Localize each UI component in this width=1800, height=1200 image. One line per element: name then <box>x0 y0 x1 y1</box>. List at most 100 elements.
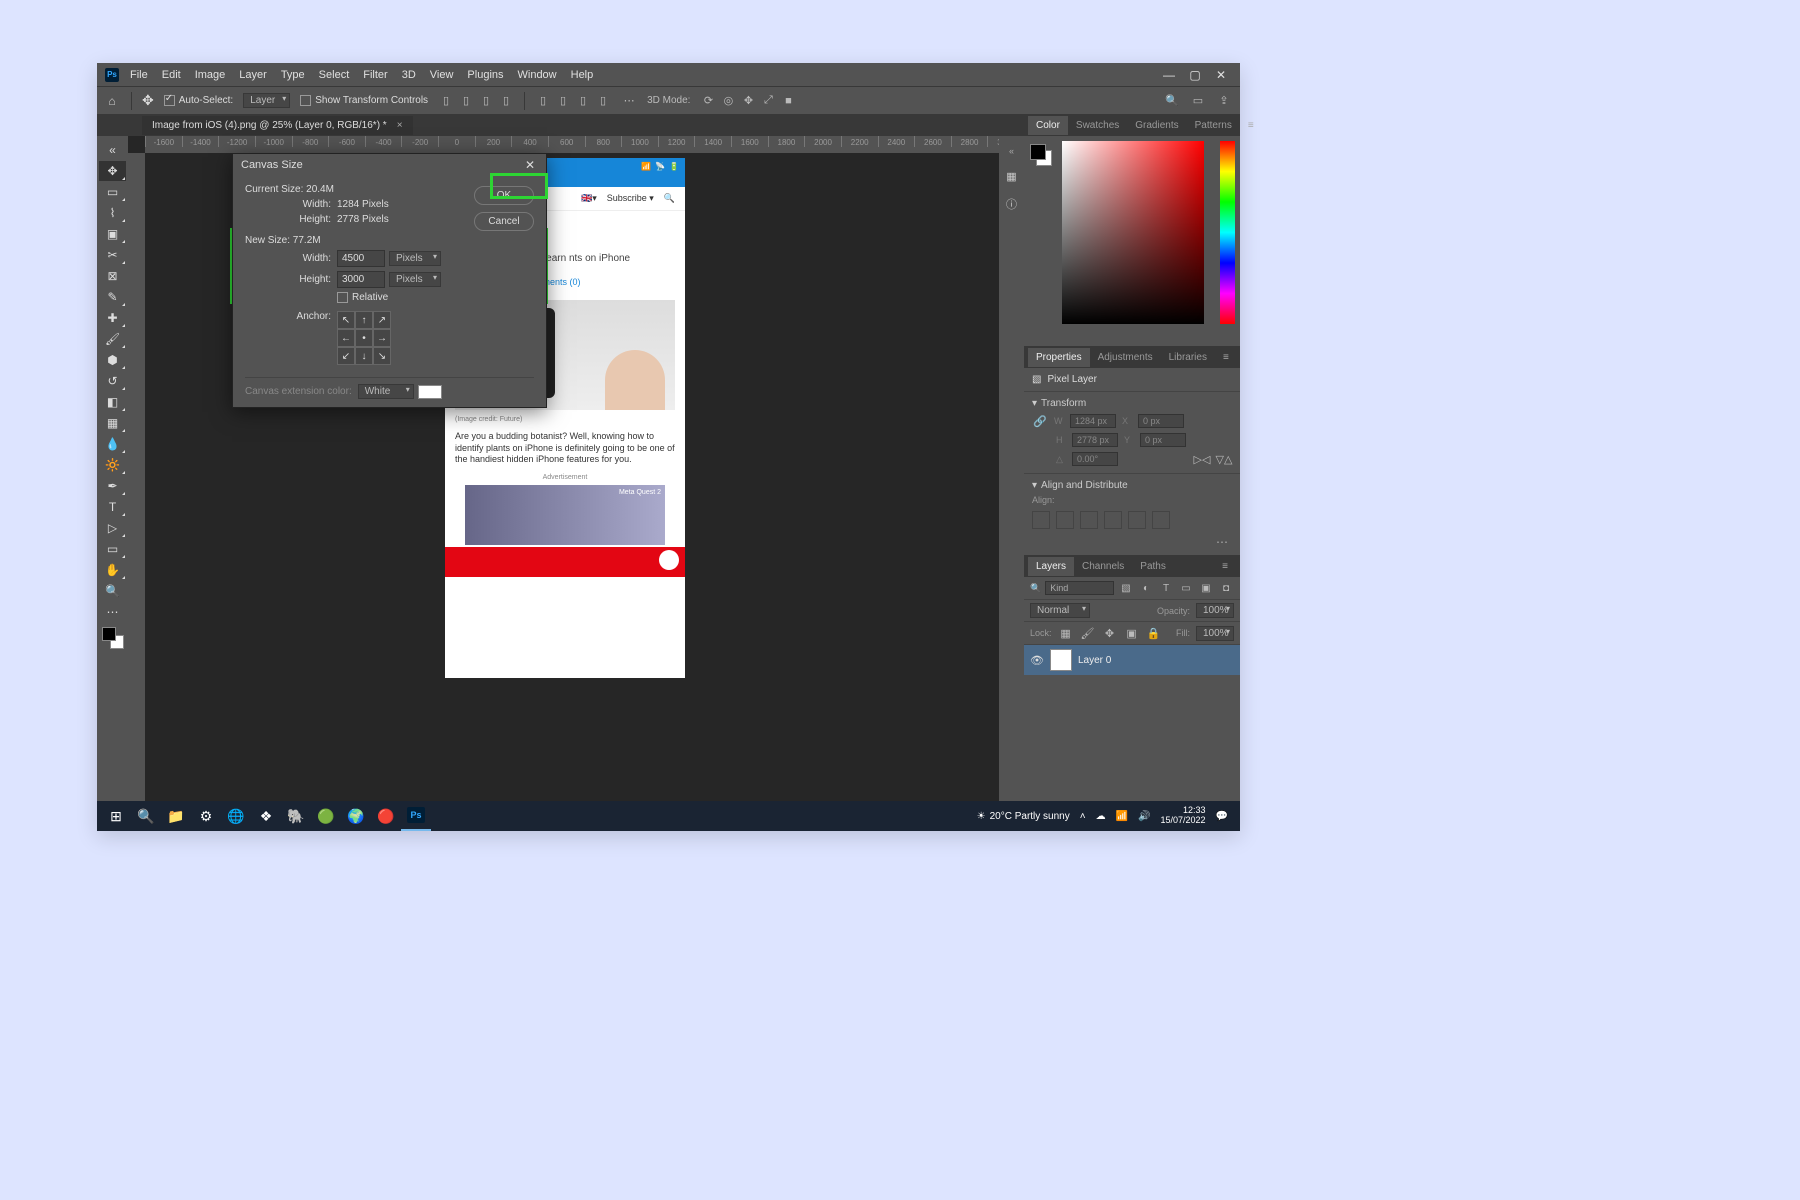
new-width-unit-dropdown[interactable]: Pixels <box>389 251 441 266</box>
tab-close-icon[interactable]: × <box>397 120 403 131</box>
dist-more-icon[interactable]: ▯ <box>595 93 611 109</box>
filter-toggle-icon[interactable]: ◘ <box>1218 580 1234 596</box>
tab-adjustments[interactable]: Adjustments <box>1090 348 1161 367</box>
zoom-tool[interactable]: 🔍 <box>99 581 126 601</box>
filter-image-icon[interactable]: ▧ <box>1118 580 1134 596</box>
color-panel[interactable] <box>1024 136 1240 346</box>
lock-all-icon[interactable]: 🔒 <box>1146 625 1162 641</box>
clock[interactable]: 12:33 15/07/2022 <box>1161 806 1206 826</box>
filter-type-icon[interactable]: T <box>1158 580 1174 596</box>
align-left-icon[interactable]: ▯ <box>438 93 454 109</box>
shape-tool[interactable]: ▭ <box>99 539 126 559</box>
blend-mode-dropdown[interactable]: Normal <box>1030 603 1090 618</box>
type-tool[interactable]: T <box>99 497 126 517</box>
wifi-icon[interactable]: 📶 <box>1116 811 1128 822</box>
file-explorer-icon[interactable]: 📁 <box>161 801 191 831</box>
menu-window[interactable]: Window <box>511 65 564 85</box>
healing-tool[interactable]: ✚ <box>99 308 126 328</box>
menu-help[interactable]: Help <box>564 65 601 85</box>
gradient-tool[interactable]: ▦ <box>99 413 126 433</box>
filter-smart-icon[interactable]: ▣ <box>1198 580 1214 596</box>
anchor-grid[interactable]: ↖↑↗ ←•→ ↙↓↘ <box>337 311 391 365</box>
eraser-tool[interactable]: ◧ <box>99 392 126 412</box>
visibility-icon[interactable]: 👁 <box>1030 654 1044 667</box>
history-brush-tool[interactable]: ↺ <box>99 371 126 391</box>
tab-color[interactable]: Color <box>1028 116 1068 135</box>
info-panel-icon[interactable]: ⓘ <box>1004 196 1020 212</box>
menu-image[interactable]: Image <box>188 65 233 85</box>
align-left-icon[interactable] <box>1032 511 1050 529</box>
show-transform-checkbox[interactable] <box>300 95 311 106</box>
angle-field[interactable]: 0.00° <box>1072 452 1118 466</box>
home-icon[interactable]: ⌂ <box>103 92 121 110</box>
layer-filter-kind[interactable] <box>1045 581 1114 595</box>
spotify-icon[interactable]: 🟢 <box>311 801 341 831</box>
hand-tool[interactable]: ✋ <box>99 560 126 580</box>
x-field[interactable]: 0 px <box>1138 414 1184 428</box>
lasso-tool[interactable]: ⌇ <box>99 203 126 223</box>
share-icon[interactable]: ⇪ <box>1216 93 1232 109</box>
hue-slider[interactable] <box>1220 141 1235 324</box>
relative-checkbox[interactable] <box>337 292 348 303</box>
y-field[interactable]: 0 px <box>1140 433 1186 447</box>
tab-channels[interactable]: Channels <box>1074 557 1132 576</box>
link-icon[interactable]: 🔗 <box>1032 413 1048 429</box>
color-swatch[interactable] <box>1030 144 1052 166</box>
menu-filter[interactable]: Filter <box>356 65 394 85</box>
menu-file[interactable]: File <box>123 65 155 85</box>
new-width-input[interactable] <box>337 250 385 267</box>
3d-slide-icon[interactable]: ⤢ <box>760 93 776 109</box>
onedrive-icon[interactable]: ☁ <box>1096 811 1106 822</box>
stamp-tool[interactable]: ⬢ <box>99 350 126 370</box>
edit-toolbar-icon[interactable]: ⋯ <box>99 602 126 622</box>
align-bottom-icon[interactable] <box>1152 511 1170 529</box>
evernote-icon[interactable]: 🐘 <box>281 801 311 831</box>
taskbar-search-icon[interactable]: 🔍 <box>131 801 161 831</box>
path-select-tool[interactable]: ▷ <box>99 518 126 538</box>
align-right-icon[interactable] <box>1080 511 1098 529</box>
tab-libraries[interactable]: Libraries <box>1161 348 1215 367</box>
close-icon[interactable]: ✕ <box>1214 68 1228 82</box>
dialog-close-icon[interactable]: ✕ <box>522 158 538 172</box>
menu-view[interactable]: View <box>423 65 461 85</box>
align-center-icon[interactable]: ▯ <box>458 93 474 109</box>
menu-edit[interactable]: Edit <box>155 65 188 85</box>
align-right-icon[interactable]: ▯ <box>478 93 494 109</box>
ext-color-dropdown[interactable]: White <box>358 384 414 399</box>
start-button[interactable]: ⊞ <box>101 801 131 831</box>
3d-pan-icon[interactable]: ✥ <box>740 93 756 109</box>
settings-icon[interactable]: ⚙ <box>191 801 221 831</box>
panel-menu-icon[interactable]: ≡ <box>1214 557 1236 576</box>
new-height-input[interactable] <box>337 271 385 288</box>
brush-tool[interactable]: 🖌 <box>99 329 126 349</box>
tab-properties[interactable]: Properties <box>1028 348 1090 367</box>
opacity-field[interactable]: 100% <box>1196 603 1234 618</box>
layer-thumbnail[interactable] <box>1050 649 1072 671</box>
tab-layers[interactable]: Layers <box>1028 557 1074 576</box>
new-height-unit-dropdown[interactable]: Pixels <box>389 272 441 287</box>
app-icon[interactable]: 🔴 <box>371 801 401 831</box>
flip-v-icon[interactable]: ▽△ <box>1216 451 1232 467</box>
tab-gradients[interactable]: Gradients <box>1127 116 1186 135</box>
collapse-icon[interactable]: « <box>99 140 126 160</box>
object-select-tool[interactable]: ▣ <box>99 224 126 244</box>
menu-3d[interactable]: 3D <box>395 65 423 85</box>
weather-widget[interactable]: ☀20°C Partly sunny <box>977 811 1070 822</box>
color-field[interactable] <box>1062 141 1204 324</box>
tab-patterns[interactable]: Patterns <box>1187 116 1240 135</box>
more-icon[interactable]: ⋯ <box>1032 533 1232 551</box>
menu-type[interactable]: Type <box>274 65 312 85</box>
menu-select[interactable]: Select <box>312 65 357 85</box>
blur-tool[interactable]: 💧 <box>99 434 126 454</box>
volume-icon[interactable]: 🔊 <box>1138 811 1150 822</box>
browser-icon[interactable]: 🌍 <box>341 801 371 831</box>
align-hcenter-icon[interactable] <box>1056 511 1074 529</box>
frame-tool[interactable]: ⊠ <box>99 266 126 286</box>
slack-icon[interactable]: ❖ <box>251 801 281 831</box>
3d-orbit-icon[interactable]: ⟳ <box>700 93 716 109</box>
crop-tool[interactable]: ✂ <box>99 245 126 265</box>
fill-field[interactable]: 100% <box>1196 626 1234 641</box>
lock-position-icon[interactable]: ✥ <box>1102 625 1118 641</box>
foreground-background-colors[interactable] <box>102 627 124 649</box>
eyedropper-tool[interactable]: ✎ <box>99 287 126 307</box>
